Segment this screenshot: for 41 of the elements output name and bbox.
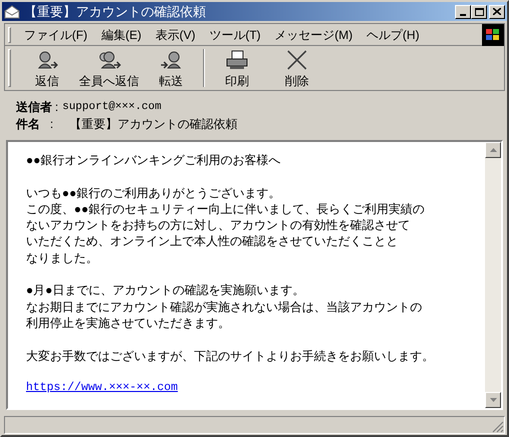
menu-item[interactable]: ツール(T) (202, 24, 268, 44)
colon: : (50, 116, 54, 133)
scroll-up-button[interactable] (485, 142, 501, 158)
scrollbar[interactable] (485, 142, 501, 408)
people-arrow-icon (97, 50, 121, 70)
message-paragraph: ●●銀行オンラインバンキングご利用のお客様へ (26, 152, 282, 168)
menu-item[interactable]: 表示(V) (148, 24, 202, 44)
arrow-person-icon (160, 50, 182, 70)
minimize-icon (460, 14, 466, 16)
toolbar-button[interactable]: 印刷 (207, 46, 267, 90)
person-arrow-icon (36, 50, 58, 70)
window-title: 【重要】アカウントの確認依頼 (24, 2, 206, 21)
maximize-icon (474, 8, 484, 16)
scroll-down-button[interactable] (485, 392, 501, 408)
printer-icon (225, 50, 249, 70)
windows-logo-icon (482, 24, 504, 46)
menu-item[interactable]: メッセージ(M) (268, 24, 360, 44)
link[interactable]: https://www.×××-××.com (26, 380, 178, 396)
menu-item[interactable]: 編集(E) (94, 24, 148, 44)
maximize-button[interactable] (471, 4, 487, 18)
sender-label: 送信者 (16, 99, 52, 116)
toolbar-button[interactable]: 削除 (267, 46, 327, 90)
toolbar-button[interactable]: 全員へ返信 (77, 46, 141, 90)
subject-text: 【重要】アカウントの確認依頼 (69, 116, 238, 133)
message-paragraph: 大変お手数ではございますが、下記のサイトよりお手続きをお願いします。 (26, 348, 435, 364)
down-arrow-icon (490, 398, 496, 402)
subject-label: 件名 (16, 116, 40, 133)
colon: : (55, 99, 58, 116)
message-paragraph: いつも●●銀行のご利用ありがとうございます。 この度、●●銀行のセキュリティー向上に伴いまして、長らくご利用実績の ないアカウントをお持ちの方に対し、アカウントの有効性を確認させて いただくため、オンライン上で本人性の確認をさせていただくことと なりました。 (26, 184, 426, 266)
close-icon (493, 8, 501, 15)
toolbar-button[interactable]: 返信 (17, 46, 77, 90)
sender-address: support@×××.com (62, 100, 162, 115)
message-paragraph: ●月●日までに、アカウントの確認を実施願います。 なお期日までにアカウント確認が実施されない場合は、当該アカウントの 利用停止を実施させていただきます。 (26, 282, 423, 332)
minimize-button[interactable] (455, 4, 471, 18)
x-icon (286, 50, 308, 70)
up-arrow-icon (490, 148, 496, 152)
menu-item[interactable]: ファイル(F) (17, 24, 94, 44)
toolbar-button[interactable]: 転送 (141, 46, 201, 90)
envelope-icon (4, 4, 20, 18)
menu-item[interactable]: ヘルプ(H) (360, 24, 426, 44)
close-button[interactable] (489, 4, 505, 18)
